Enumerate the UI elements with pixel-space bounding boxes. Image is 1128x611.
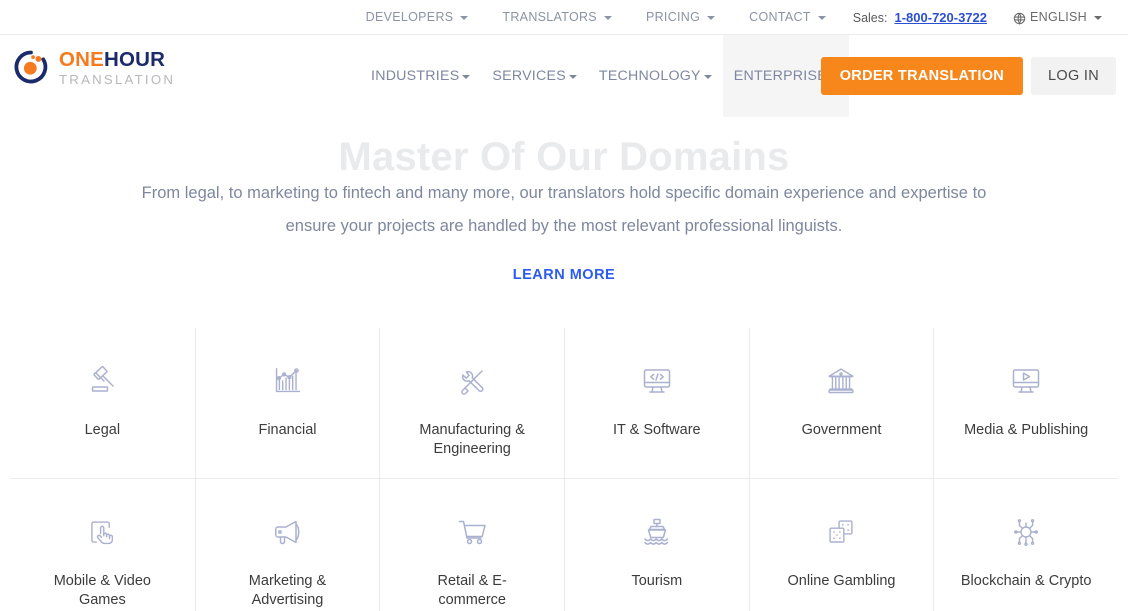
industry-tile-tourism[interactable]: Tourism (564, 478, 749, 611)
log-in-button[interactable]: LOG IN (1031, 57, 1116, 95)
topbar-label-translators: TRANSLATORS (502, 10, 597, 24)
nav-item-services[interactable]: SERVICES (481, 35, 588, 117)
language-label: ENGLISH (1030, 10, 1087, 24)
chevron-down-icon (603, 16, 612, 20)
site-logo[interactable]: ONEHOUR TRANSLATION (12, 48, 175, 86)
industry-tile-retail-ecommerce[interactable]: Retail & E-commerce (379, 478, 564, 611)
industry-label: Online Gambling (787, 573, 896, 589)
industry-label: Blockchain & Crypto (960, 573, 1092, 589)
logo-word-one: ONE (59, 48, 105, 72)
industry-tile-it-software[interactable]: IT & Software (564, 328, 749, 478)
shopping-cart-icon (451, 511, 493, 553)
sales-label: Sales: (852, 10, 888, 25)
nav-label-technology: TECHNOLOGY (598, 68, 701, 84)
code-monitor-icon (636, 360, 678, 402)
wrench-screwdriver-icon (451, 360, 493, 402)
topbar-item-pricing[interactable]: PRICING (629, 10, 732, 24)
industry-tile-manufacturing-engineering[interactable]: Manufacturing & Engineering (379, 328, 564, 478)
industry-label: Government (801, 422, 882, 438)
logo-wordmark: ONEHOUR TRANSLATION (59, 48, 176, 87)
onehour-translation-logo-icon (12, 48, 50, 86)
sales-contact-group: Sales: 1-800-720-3722 (843, 10, 999, 25)
chevron-down-icon (462, 75, 471, 79)
logo-line-one: ONEHOUR (59, 48, 165, 71)
industry-tile-legal[interactable]: Legal (10, 328, 195, 478)
industry-tile-media-publishing[interactable]: Media & Publishing (933, 328, 1118, 478)
industry-label: Marketing & Advertising (248, 573, 327, 608)
topbar-item-developers[interactable]: DEVELOPERS (349, 10, 486, 24)
nav-item-industries[interactable]: INDUSTRIES (360, 35, 481, 117)
industry-label: Manufacturing & Engineering (419, 422, 525, 457)
learn-more-link[interactable]: LEARN MORE (513, 267, 615, 283)
megaphone-icon (266, 511, 308, 553)
industry-tile-blockchain-crypto[interactable]: Blockchain & Crypto (933, 478, 1118, 611)
topbar-item-contact[interactable]: CONTACT (732, 10, 843, 24)
language-selector[interactable]: ENGLISH (999, 10, 1106, 25)
chevron-down-icon (460, 16, 469, 20)
industry-label: Mobile & Video Games (53, 573, 151, 608)
industry-tile-mobile-video-games[interactable]: Mobile & Video Games (10, 478, 195, 611)
industry-tile-online-gambling[interactable]: Online Gambling (748, 478, 934, 611)
sales-phone-link[interactable]: 1-800-720-3722 (894, 10, 987, 25)
chevron-down-icon (817, 16, 826, 20)
blockchain-node-icon (1005, 511, 1047, 553)
logo-word-hour: HOUR (104, 48, 166, 72)
industries-grid: Legal Financial Manufacturing & Engineer… (10, 328, 1118, 611)
cruise-ship-icon (636, 511, 678, 553)
gavel-icon (81, 360, 123, 402)
industry-tile-government[interactable]: Government (748, 328, 934, 478)
order-translation-button[interactable]: ORDER TRANSLATION (820, 57, 1024, 95)
page-title: Master Of Our Domains (338, 135, 790, 179)
nav-label-enterprise: ENTERPRISE (733, 68, 827, 84)
topbar-label-pricing: PRICING (645, 10, 701, 24)
dice-icon (820, 511, 862, 553)
industry-tile-marketing-advertising[interactable]: Marketing & Advertising (194, 478, 380, 611)
bar-chart-icon (266, 360, 308, 402)
bank-building-icon (820, 360, 862, 402)
industry-label: IT & Software (613, 422, 701, 438)
industry-label: Legal (84, 422, 121, 438)
topbar-label-contact: CONTACT (749, 10, 811, 24)
nav-item-technology[interactable]: TECHNOLOGY (588, 35, 723, 117)
industries-grid-wrapper: Legal Financial Manufacturing & Engineer… (0, 328, 1128, 611)
industry-tile-financial[interactable]: Financial (194, 328, 380, 478)
chevron-down-icon (568, 75, 577, 79)
chevron-down-icon (1094, 16, 1102, 20)
nav-label-services: SERVICES (492, 68, 566, 84)
nav-label-industries: INDUSTRIES (371, 68, 460, 84)
chevron-down-icon (707, 16, 716, 20)
chevron-down-icon (703, 75, 712, 79)
header-action-buttons: ORDER TRANSLATION LOG IN (820, 35, 1116, 117)
industry-label: Retail & E-commerce (437, 573, 507, 608)
phone-tap-icon (81, 511, 123, 553)
play-monitor-icon (1005, 360, 1047, 402)
globe-icon (1013, 12, 1026, 25)
hero-section: Master Of Our Domains From legal, to mar… (0, 135, 1128, 284)
main-header: ONEHOUR TRANSLATION INDUSTRIES SERVICES … (0, 35, 1128, 117)
top-utility-bar: DEVELOPERS TRANSLATORS PRICING CONTACT S… (0, 0, 1128, 35)
industry-label: Tourism (631, 573, 683, 589)
hero-subtitle: From legal, to marketing to fintech and … (141, 184, 987, 235)
industry-label: Media & Publishing (964, 422, 1089, 438)
topbar-label-developers: DEVELOPERS (365, 10, 454, 24)
industry-label: Financial (258, 422, 317, 438)
topbar-item-translators[interactable]: TRANSLATORS (485, 10, 629, 24)
logo-word-translation: TRANSLATION (59, 71, 176, 87)
